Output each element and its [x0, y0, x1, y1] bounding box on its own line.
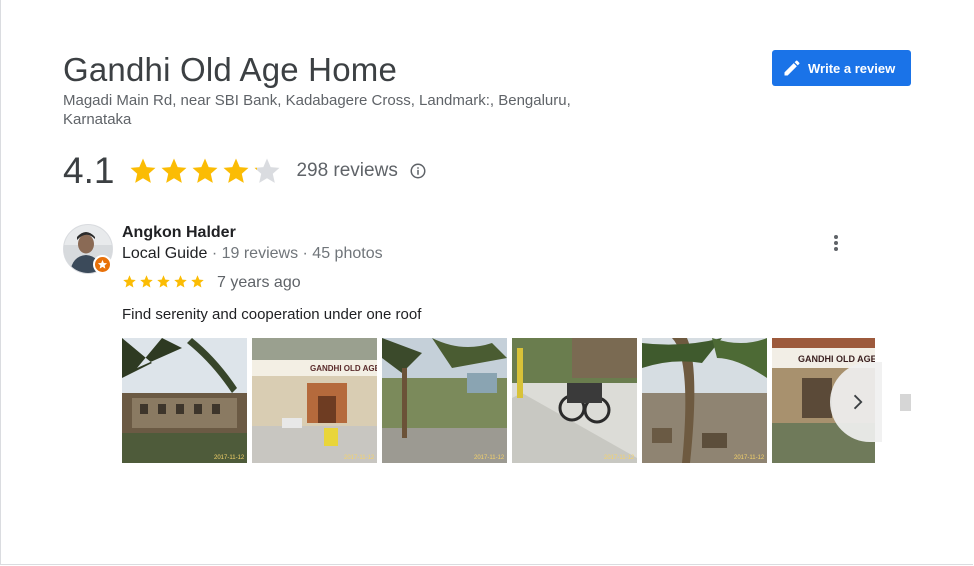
place-title: Gandhi Old Age Home: [63, 51, 397, 88]
review-photo-1[interactable]: 2017-11-12: [122, 338, 247, 463]
pencil-icon: [782, 58, 802, 78]
photo-date-stamp: 2017-11-12: [214, 455, 245, 461]
more-vert-icon[interactable]: [826, 233, 846, 255]
average-rating: 4.1: [63, 150, 115, 191]
local-guide-badge-icon: [93, 255, 112, 274]
rating-star-icon: [223, 158, 249, 183]
photo-date-stamp: 2017-11-12: [604, 455, 635, 461]
write-review-label: Write a review: [808, 60, 896, 76]
review-star-icon: [157, 275, 170, 288]
review-photo-strip: 2017-11-12 GANDHI OLD AGE H 2017-11-12: [122, 338, 875, 463]
review-star-icon: [140, 275, 153, 288]
review-photo-2[interactable]: GANDHI OLD AGE H 2017-11-12: [252, 338, 377, 463]
reviewer-meta: Local Guide · 19 reviews · 45 photos: [122, 245, 383, 263]
photo-sign-text: GANDHI OLD AGE H: [310, 364, 377, 373]
rating-star-icon: [130, 158, 156, 183]
photo-date-stamp: 2017-11-12: [474, 455, 505, 461]
review-star-icon: [191, 275, 204, 288]
reviewer-stats: · 19 reviews · 45 photos: [207, 245, 383, 262]
reviewer-role: Local Guide: [122, 245, 208, 262]
review-star-icon: [174, 275, 187, 288]
review-photo-4[interactable]: 2017-11-12: [512, 338, 637, 463]
photo-strip-scrollbar[interactable]: [900, 394, 911, 411]
review-time: 7 years ago: [217, 274, 301, 291]
place-address: Magadi Main Rd, near SBI Bank, Kadabager…: [63, 92, 571, 128]
rating-star-icon: [192, 158, 218, 183]
review-text: Find serenity and cooperation under one …: [122, 306, 422, 323]
rating-stars: [128, 156, 282, 186]
review-star-icon: [123, 275, 136, 288]
photo-date-stamp: 2017-11-12: [734, 455, 765, 461]
review-photo-5[interactable]: 2017-11-12: [642, 338, 767, 463]
avatar[interactable]: [63, 224, 113, 274]
review-count-link[interactable]: 298 reviews: [296, 160, 397, 182]
chevron-right-icon: [846, 391, 868, 413]
rating-star-icon: [254, 158, 280, 183]
write-review-button[interactable]: Write a review: [772, 50, 911, 86]
reviewer-name[interactable]: Angkon Halder: [122, 224, 236, 242]
info-icon[interactable]: [409, 162, 427, 180]
review-stars: [122, 274, 205, 289]
photo-date-stamp: 2017-11-12: [344, 455, 375, 461]
review-photo-3[interactable]: 2017-11-12: [382, 338, 507, 463]
rating-star-icon: [161, 158, 187, 183]
rating-summary: 4.1 298 reviews: [63, 146, 427, 196]
